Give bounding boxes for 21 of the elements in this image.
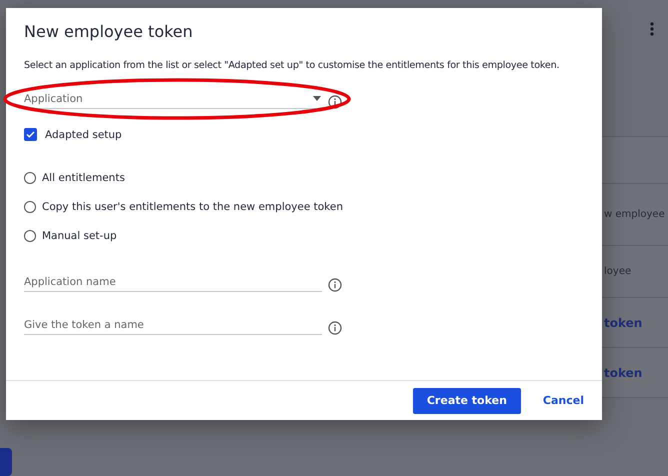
radio-button[interactable] bbox=[24, 201, 36, 213]
more-options-icon[interactable] bbox=[650, 22, 654, 36]
radio-button[interactable] bbox=[24, 230, 36, 242]
cancel-button[interactable]: Cancel bbox=[542, 394, 584, 407]
info-icon[interactable] bbox=[328, 278, 342, 292]
radio-label: Copy this user's entitlements to the new employee token bbox=[42, 201, 343, 213]
caret-icon bbox=[313, 96, 321, 101]
info-icon[interactable] bbox=[328, 321, 342, 335]
text-field[interactable]: Application name bbox=[24, 272, 322, 292]
text-field[interactable]: Give the token a name bbox=[24, 315, 322, 335]
create-token-button[interactable]: Create token bbox=[412, 388, 521, 414]
dialog-title: New employee token bbox=[24, 22, 194, 41]
checkbox[interactable] bbox=[24, 128, 37, 141]
radio-label: Manual set-up bbox=[42, 230, 117, 242]
checkbox-label: Adapted setup bbox=[45, 128, 122, 140]
radio-label: All entitlements bbox=[42, 172, 125, 184]
radio-button[interactable] bbox=[24, 172, 36, 184]
dialog-description: Select an application from the list or select "Adapted set up" to customise the entitlements for this employee token. bbox=[24, 60, 560, 71]
table-cell: loyee bbox=[604, 266, 632, 277]
table-cell: w employee bbox=[604, 209, 665, 220]
info-icon[interactable] bbox=[328, 95, 342, 109]
